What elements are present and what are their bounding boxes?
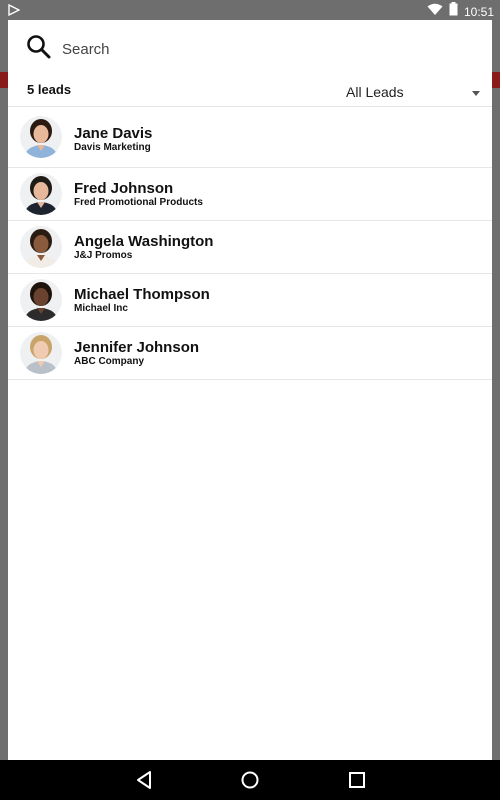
lead-list-item[interactable]: Jennifer Johnson ABC Company	[8, 327, 492, 380]
filter-row: 5 leads All Leads	[8, 76, 492, 106]
lead-company: Davis Marketing	[74, 142, 151, 153]
status-bar: 10:51	[0, 0, 500, 20]
lead-list-item[interactable]: Fred Johnson Fred Promotional Products	[8, 168, 492, 221]
lead-company: J&J Promos	[74, 250, 133, 261]
recent-apps-icon[interactable]	[347, 770, 367, 795]
wifi-icon	[427, 3, 443, 21]
back-icon[interactable]	[135, 770, 153, 795]
lead-list: Jane Davis Davis Marketing Fred Johnson Fre…	[8, 107, 492, 380]
lead-count: 5 leads	[27, 82, 72, 97]
battery-icon	[449, 2, 458, 21]
leads-dialog: 5 leads All Leads Jane DavisDavis Market…	[8, 20, 492, 760]
lead-name: Jane Davis	[74, 125, 153, 142]
avatar	[20, 173, 62, 215]
lead-name: Angela Washington	[74, 233, 214, 250]
search-icon[interactable]	[26, 34, 52, 65]
home-icon[interactable]	[240, 770, 260, 795]
chevron-down-icon	[472, 91, 480, 96]
lead-list-item[interactable]: Jane Davis Davis Marketing	[8, 107, 492, 168]
lead-name: Jennifer Johnson	[74, 339, 200, 356]
lead-name: Fred Johnson	[74, 180, 174, 197]
avatar	[20, 279, 62, 321]
play-store-icon	[8, 3, 21, 21]
lead-filter-dropdown[interactable]: All Leads	[338, 80, 480, 104]
lead-company: ABC Company	[74, 356, 145, 367]
lead-company: Michael Inc	[74, 303, 128, 314]
lead-list-item[interactable]: Michael Thompson Michael Inc	[8, 274, 492, 327]
navigation-bar	[0, 760, 500, 800]
lead-list-item[interactable]: Angela Washington J&J Promos	[8, 221, 492, 274]
avatar	[20, 226, 62, 268]
clock: 10:51	[463, 4, 494, 19]
search-bar	[8, 20, 492, 76]
avatar	[20, 332, 62, 374]
lead-filter-value: All Leads	[346, 84, 404, 100]
lead-name: Michael Thompson	[74, 286, 210, 303]
avatar	[20, 116, 62, 158]
search-input[interactable]	[60, 36, 464, 62]
lead-company: Fred Promotional Products	[74, 197, 203, 208]
